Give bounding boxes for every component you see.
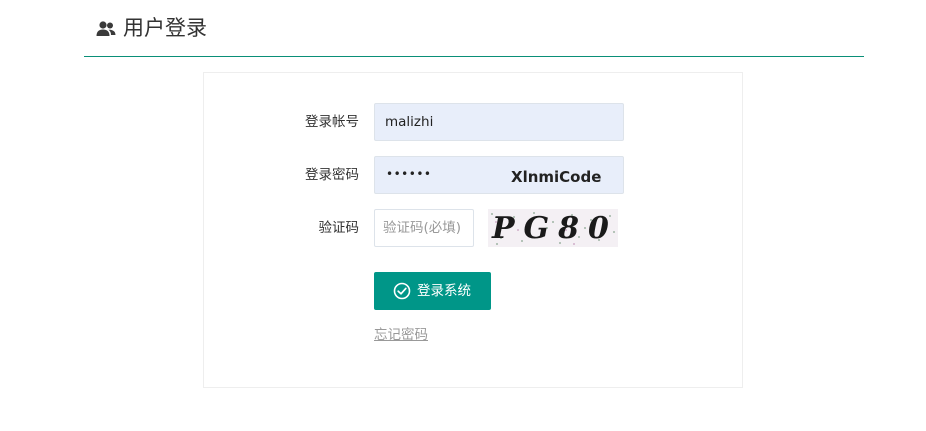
captcha-label: 验证码 [318, 220, 360, 236]
account-label: 登录帐号 [305, 114, 359, 130]
captcha-input[interactable] [374, 209, 474, 247]
captcha-image[interactable]: PG80 [488, 209, 618, 247]
password-label: 登录密码 [305, 167, 359, 183]
page-header: 用户登录 [84, 0, 864, 57]
page-title: 用户登录 [123, 16, 207, 40]
login-button-label: 登录系统 [417, 283, 471, 299]
check-circle-icon [393, 282, 411, 300]
account-input[interactable] [374, 103, 624, 141]
password-watermark: XlnmiCode [511, 168, 602, 186]
users-icon [96, 21, 116, 36]
forgot-password-link[interactable]: 忘记密码 [374, 325, 428, 345]
login-button[interactable]: 登录系统 [374, 272, 491, 310]
captcha-text: PG80 [492, 211, 618, 246]
password-mask: •••••• [386, 167, 432, 181]
